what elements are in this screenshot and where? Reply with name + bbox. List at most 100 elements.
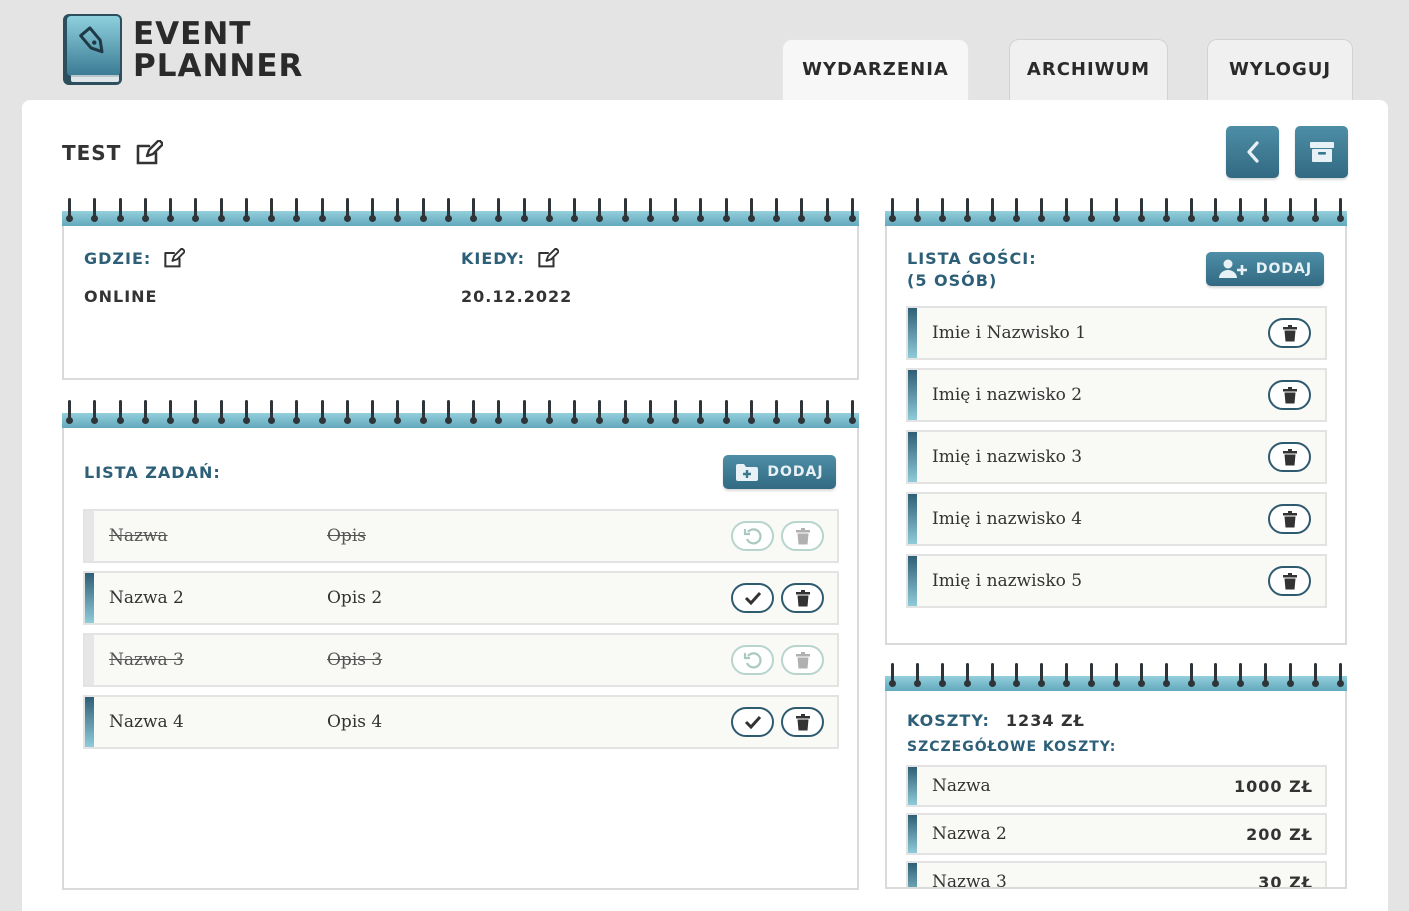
spiral-ring — [419, 198, 427, 222]
edit-icon[interactable] — [163, 248, 186, 269]
row-stripe — [908, 767, 917, 805]
spiral-ring — [419, 400, 427, 424]
row-stripe — [85, 511, 94, 561]
delete-button[interactable] — [1268, 566, 1311, 596]
spiral-ring — [1112, 198, 1120, 222]
spiral-ring — [988, 663, 996, 687]
cost-amount: 1000 ZŁ — [1234, 776, 1313, 796]
spiral-ring — [444, 400, 452, 424]
cost-name: Nazwa — [932, 776, 991, 796]
complete-button[interactable] — [731, 583, 774, 613]
cost-list[interactable]: Nazwa 1000 ZŁ Nazwa 2 200 ZŁ Nazwa 3 30 … — [887, 765, 1345, 887]
spiral-ring — [318, 400, 326, 424]
spiral-ring — [571, 198, 578, 222]
cost-name: Nazwa 2 — [932, 824, 1007, 844]
guests-heading: LISTA GOŚCI: — [907, 249, 1037, 268]
spiral-ring — [1187, 198, 1195, 222]
spiral-ring — [1137, 663, 1145, 687]
spiral-ring — [1038, 663, 1046, 687]
spiral-ring — [394, 400, 402, 424]
spiral-ring — [697, 198, 705, 222]
complete-button[interactable] — [731, 707, 774, 737]
tab-archiwum[interactable]: ARCHIWUM — [1009, 39, 1168, 103]
row-stripe — [908, 308, 917, 358]
tab-wydarzenia[interactable]: WYDARZENIA — [782, 39, 969, 103]
task-desc: Opis 3 — [327, 650, 383, 670]
spiral-ring — [520, 400, 528, 424]
spiral-ring — [889, 663, 896, 687]
back-button[interactable] — [1226, 126, 1279, 178]
spiral-ring — [1237, 198, 1245, 222]
chevron-left-icon — [1246, 141, 1259, 163]
delete-button[interactable] — [781, 707, 824, 737]
spiral-ring — [798, 198, 806, 222]
spiral-ring — [646, 400, 654, 424]
undo-button[interactable] — [731, 645, 774, 675]
tab-wyloguj[interactable]: WYLOGUJ — [1207, 39, 1353, 103]
app-logo[interactable]: EVENT PLANNER — [62, 13, 303, 86]
spiral-ring — [938, 663, 946, 687]
spiral-binding — [885, 198, 1347, 226]
spiral-ring — [1287, 198, 1294, 222]
task-row: Nazwa 2 Opis 2 — [83, 571, 839, 625]
spiral-ring — [1063, 663, 1071, 687]
spiral-ring — [293, 198, 301, 222]
delete-button[interactable] — [781, 645, 824, 675]
edit-icon[interactable] — [135, 140, 164, 166]
spiral-binding — [885, 663, 1347, 691]
row-stripe — [908, 863, 917, 887]
add-guest-button[interactable]: DODAJ — [1206, 252, 1324, 286]
trash-icon — [795, 527, 810, 544]
guest-name: Imię i nazwisko 4 — [932, 509, 1083, 529]
undo-icon — [743, 652, 762, 669]
delete-button[interactable] — [1268, 442, 1311, 472]
when-value: 20.12.2022 — [461, 287, 573, 306]
spiral-ring — [394, 198, 402, 222]
spiral-ring — [470, 400, 477, 424]
spiral-binding — [62, 198, 859, 226]
delete-button[interactable] — [1268, 504, 1311, 534]
folder-plus-icon — [736, 463, 759, 481]
delete-button[interactable] — [781, 583, 824, 613]
task-row: Nazwa 4 Opis 4 — [83, 695, 839, 749]
spiral-ring — [1336, 198, 1344, 222]
task-name: Nazwa 4 — [109, 712, 184, 732]
delete-button[interactable] — [1268, 318, 1311, 348]
spiral-ring — [1063, 198, 1071, 222]
guests-count: (5 OSÓB) — [907, 271, 998, 290]
task-name: Nazwa 3 — [109, 650, 184, 670]
tab-label: WYLOGUJ — [1228, 59, 1332, 80]
add-guest-label: DODAJ — [1255, 261, 1313, 277]
spiral-ring — [91, 400, 99, 424]
delete-button[interactable] — [781, 521, 824, 551]
check-icon — [744, 591, 761, 605]
delete-button[interactable] — [1268, 380, 1311, 410]
details-card: GDZIE: ONLINE KIEDY: 20.12.2022 — [62, 198, 859, 380]
spiral-ring — [1137, 198, 1145, 222]
edit-icon[interactable] — [537, 248, 559, 269]
spiral-ring — [646, 198, 654, 222]
spiral-ring — [1311, 198, 1319, 222]
row-stripe — [85, 573, 94, 623]
spiral-ring — [66, 400, 73, 424]
spiral-ring — [1162, 198, 1170, 222]
task-desc: Opis 4 — [327, 712, 383, 732]
costs-total: KOSZTY: 1234 ZŁ — [907, 711, 1085, 730]
spiral-ring — [596, 198, 604, 222]
archive-box-icon — [1309, 142, 1334, 162]
spiral-ring — [470, 198, 477, 222]
archive-button[interactable] — [1295, 126, 1348, 178]
spiral-ring — [1311, 663, 1319, 687]
spiral-ring — [343, 400, 351, 424]
row-stripe — [908, 432, 917, 482]
undo-button[interactable] — [731, 521, 774, 551]
row-stripe — [85, 635, 94, 685]
add-task-button[interactable]: DODAJ — [723, 455, 836, 489]
row-stripe — [908, 370, 917, 420]
guest-row: Imię i nazwisko 2 — [906, 368, 1327, 422]
spiral-ring — [1162, 663, 1170, 687]
task-desc: Opis — [327, 526, 366, 546]
app-name: EVENT PLANNER — [133, 18, 303, 82]
spiral-ring — [293, 400, 301, 424]
spiral-ring — [167, 400, 174, 424]
